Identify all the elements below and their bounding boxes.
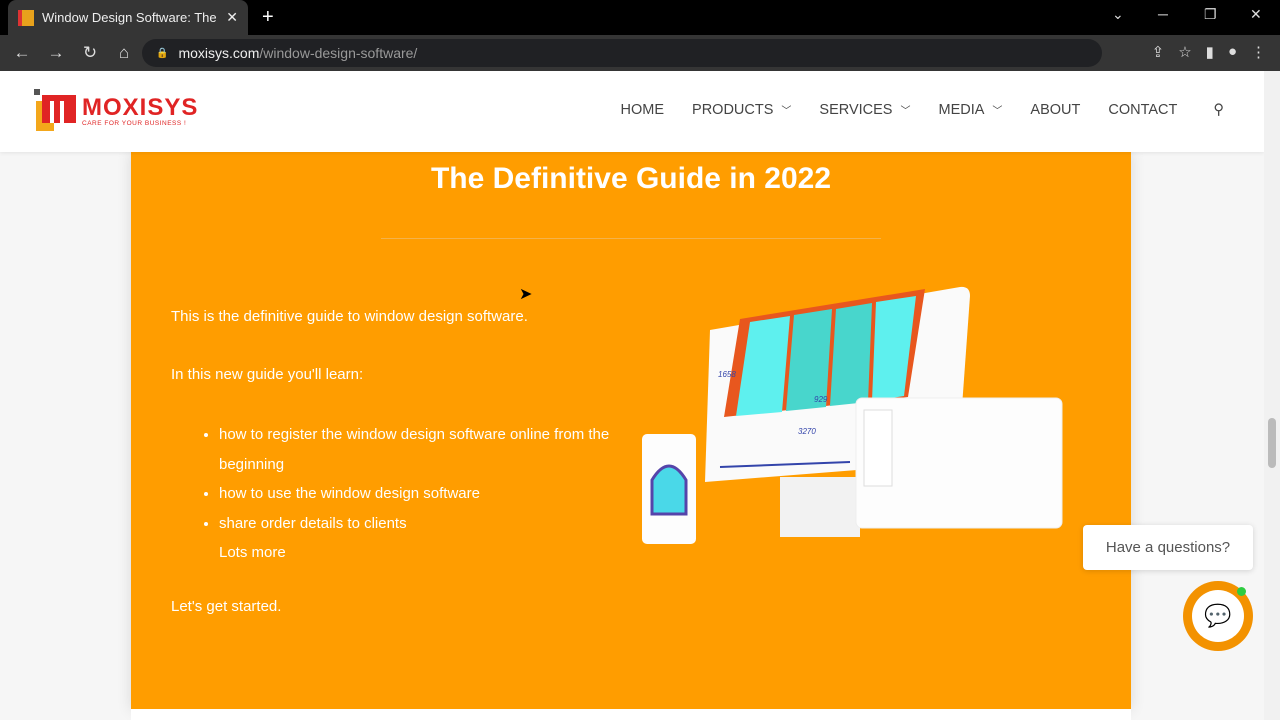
more-text: Lots more xyxy=(219,544,286,561)
back-icon[interactable]: ← xyxy=(6,43,38,63)
logo[interactable]: MOXISYS CARE FOR YOUR BUSINESS ! xyxy=(34,89,198,133)
chevron-down-icon: ﹀ xyxy=(900,106,911,117)
lock-icon: 🔒 xyxy=(156,47,169,59)
tab-search-icon[interactable]: ⌄ xyxy=(1112,6,1124,23)
logo-tagline: CARE FOR YOUR BUSINESS ! xyxy=(82,119,187,127)
mouse-cursor-icon: ➤ xyxy=(519,286,533,303)
list-item: share order details to clients xyxy=(219,509,639,539)
scrollbar[interactable] xyxy=(1264,71,1280,720)
home-icon[interactable]: ⌂ xyxy=(108,43,140,63)
nav-products[interactable]: PRODUCTS ﹀ xyxy=(692,102,791,118)
nav-media[interactable]: MEDIA ﹀ xyxy=(938,102,1002,118)
dimension-height: 1658 xyxy=(718,370,736,379)
chevron-down-icon: ﹀ xyxy=(992,106,1003,117)
browser-toolbar: ← → ↻ ⌂ 🔒 moxisys.com/window-design-soft… xyxy=(0,35,1280,71)
favicon-icon xyxy=(18,9,34,26)
nav-label: PRODUCTS xyxy=(692,102,774,118)
nav-services[interactable]: SERVICES ﹀ xyxy=(819,102,910,118)
intro-text: This is the definitive guide to window d… xyxy=(171,308,528,325)
next-section xyxy=(131,709,1131,720)
online-status-dot xyxy=(1237,587,1246,596)
outro-text: Let's get started. xyxy=(171,598,282,615)
profile-icon[interactable]: ● xyxy=(1228,43,1237,61)
divider xyxy=(381,238,881,239)
nav-about[interactable]: ABOUT xyxy=(1030,102,1080,118)
new-tab-button[interactable]: + xyxy=(262,6,274,29)
list-item: how to use the window design software xyxy=(219,479,639,509)
nav-label: SERVICES xyxy=(819,102,893,118)
scrollbar-thumb[interactable] xyxy=(1268,418,1276,468)
tab-title: Window Design Software: The Definitive G… xyxy=(42,10,220,25)
page-title: The Definitive Guide in 2022 xyxy=(430,162,832,195)
close-window-button[interactable]: ✕ xyxy=(1250,6,1262,23)
tab-bar: Window Design Software: The Definitive G… xyxy=(0,0,1280,35)
share-icon[interactable]: ⇪ xyxy=(1152,43,1165,61)
browser-tab[interactable]: Window Design Software: The Definitive G… xyxy=(8,0,248,35)
logo-name: MOXISYS xyxy=(82,93,199,121)
main-nav: HOME PRODUCTS ﹀ SERVICES ﹀ MEDIA ﹀ ABOUT CO… xyxy=(621,102,1224,118)
restore-button[interactable]: ❐ xyxy=(1204,6,1217,23)
address-bar[interactable]: 🔒 moxisys.com/window-design-software/ xyxy=(142,39,1102,67)
close-tab-icon[interactable]: ✕ xyxy=(226,9,238,26)
dimension-mid: 929 xyxy=(814,395,828,404)
reload-icon[interactable]: ↻ xyxy=(74,43,106,63)
web-page: MOXISYS CARE FOR YOUR BUSINESS ! HOME PR… xyxy=(0,71,1264,720)
bookmark-star-icon[interactable]: ☆ xyxy=(1178,43,1191,61)
side-panel-icon[interactable]: ▮ xyxy=(1206,43,1214,61)
logo-mark-icon xyxy=(34,89,76,131)
nav-home[interactable]: HOME xyxy=(621,102,665,118)
chevron-down-icon: ﹀ xyxy=(781,106,792,117)
hero-section: The Definitive Guide in 2022 This is the… xyxy=(131,152,1131,710)
lead-text: In this new guide you'll learn: xyxy=(171,366,364,383)
dimension-width: 3270 xyxy=(798,427,816,436)
chat-bubble-icon: 💬 xyxy=(1192,590,1244,642)
search-icon[interactable]: ⚲ xyxy=(1213,102,1224,118)
minimize-button[interactable]: ─ xyxy=(1158,6,1168,22)
menu-icon[interactable]: ⋮ xyxy=(1251,43,1266,61)
nav-contact[interactable]: CONTACT xyxy=(1108,102,1177,118)
nav-label: MEDIA xyxy=(938,102,985,118)
bullet-list: how to register the window design softwa… xyxy=(219,420,639,568)
forward-icon[interactable]: → xyxy=(40,43,72,63)
software-illustration: 1658 929 3270 xyxy=(642,286,1063,544)
chat-prompt[interactable]: Have a questions? xyxy=(1083,525,1253,570)
url-path: /window-design-software/ xyxy=(259,45,418,61)
list-item: how to register the window design softwa… xyxy=(219,420,639,479)
url-host: moxisys.com xyxy=(178,45,260,61)
site-header: MOXISYS CARE FOR YOUR BUSINESS ! HOME PR… xyxy=(0,71,1264,152)
